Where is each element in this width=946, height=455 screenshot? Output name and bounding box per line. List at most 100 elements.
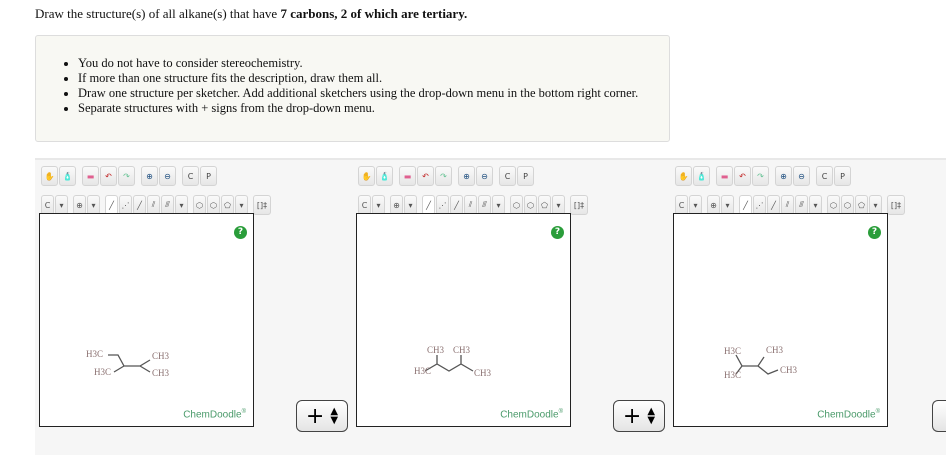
question-emphasis: 7 carbons, 2 of which are tertiary.	[280, 6, 468, 21]
double-bond-icon[interactable]: ⫽	[147, 195, 160, 215]
zoom-out-icon[interactable]: ⊖	[793, 166, 810, 186]
sketcher-2: ✋ 🧴 ▬ ↶ ↷ ⊕ ⊖ C P C ▾ ⊕ ▾ ╱ ⋰ ╱ ⫽ ⫻ ▾ ⬡ ⬡ ⬠ ▾ []‡ CH3 CH3 H3C…	[356, 160, 596, 450]
chevron-down-icon[interactable]: ▾	[55, 195, 68, 215]
hand-icon[interactable]: ✋	[675, 166, 692, 186]
eraser-bottle-icon[interactable]: 🧴	[693, 166, 710, 186]
double-bond-icon[interactable]: ⫽	[464, 195, 477, 215]
cyclopentane-icon[interactable]: ⬠	[221, 195, 234, 215]
updown-arrow-icon: ▲ ▼	[330, 406, 339, 426]
atom-label: H3C	[414, 366, 431, 376]
zoom-in-icon[interactable]: ⊕	[141, 166, 158, 186]
hand-icon[interactable]: ✋	[358, 166, 375, 186]
eraser-icon[interactable]: ▬	[82, 166, 99, 186]
sketcher-panel: ✋ 🧴 ▬ ↶ ↷ ⊕ ⊖ C P C ▾ ⊕ ▾ ╱ ⋰ ╱ ⫽ ⫻ ▾ ⬡ ⬡ ⬠ ▾ []‡ H3C CH3 H3C…	[35, 158, 946, 455]
zoom-in-icon[interactable]: ⊕	[775, 166, 792, 186]
help-icon[interactable]: ?	[234, 226, 247, 239]
atom-label: CH3	[427, 345, 445, 355]
chemdoodle-logo: ChemDoodle®	[183, 408, 246, 420]
drawing-canvas[interactable]: H3C CH3 CH3 H3C? ChemDoodle®	[673, 213, 888, 427]
benzene-icon[interactable]: ⬡	[193, 195, 206, 215]
help-icon[interactable]: ?	[551, 226, 564, 239]
redo-icon[interactable]: ↷	[118, 166, 135, 186]
redo-icon[interactable]: ↷	[435, 166, 452, 186]
cyclohexane-icon[interactable]: ⬡	[207, 195, 220, 215]
eraser-icon[interactable]: ▬	[399, 166, 416, 186]
drawing-canvas[interactable]: CH3 CH3 H3C CH3? ChemDoodle®	[356, 213, 571, 427]
single-bond-icon[interactable]: ╱	[422, 195, 435, 215]
updown-arrow-icon: ▲ ▼	[647, 406, 656, 426]
separator-symbol: +	[305, 403, 325, 429]
element-select[interactable]: C	[675, 195, 688, 215]
eraser-icon[interactable]: ▬	[716, 166, 733, 186]
wedge-bond-icon[interactable]: ╱	[133, 195, 146, 215]
chevron-down-icon[interactable]: ▾	[689, 195, 702, 215]
cyclohexane-icon[interactable]: ⬡	[841, 195, 854, 215]
paste-icon[interactable]: P	[834, 166, 851, 186]
chevron-down-icon[interactable]: ▾	[552, 195, 565, 215]
dashed-bond-icon[interactable]: ⋰	[753, 195, 766, 215]
dashed-bond-icon[interactable]: ⋰	[436, 195, 449, 215]
cyclopentane-icon[interactable]: ⬠	[538, 195, 551, 215]
copy-icon[interactable]: C	[499, 166, 516, 186]
wedge-bond-icon[interactable]: ╱	[767, 195, 780, 215]
bracket-icon[interactable]: []‡	[887, 195, 905, 215]
chevron-down-icon[interactable]: ▾	[809, 195, 822, 215]
drawing-canvas[interactable]: H3C CH3 H3C CH3? ChemDoodle®	[39, 213, 254, 427]
eraser-bottle-icon[interactable]: 🧴	[59, 166, 76, 186]
chevron-down-icon[interactable]: ▾	[721, 195, 734, 215]
chevron-down-icon[interactable]: ▾	[492, 195, 505, 215]
chevron-down-icon[interactable]: ▾	[404, 195, 417, 215]
instruction: You do not have to consider stereochemis…	[78, 56, 669, 71]
single-bond-icon[interactable]: ╱	[105, 195, 118, 215]
atom-label: H3C	[724, 346, 741, 356]
redo-icon[interactable]: ↷	[752, 166, 769, 186]
chevron-down-icon[interactable]: ▾	[372, 195, 385, 215]
question-text: Draw the structure(s) of all alkane(s) t…	[35, 6, 467, 22]
eraser-bottle-icon[interactable]: 🧴	[376, 166, 393, 186]
copy-icon[interactable]: C	[182, 166, 199, 186]
charge-icon[interactable]: ⊕	[707, 195, 720, 215]
cyclohexane-icon[interactable]: ⬡	[524, 195, 537, 215]
help-icon[interactable]: ?	[868, 226, 881, 239]
undo-icon[interactable]: ↶	[100, 166, 117, 186]
question-prefix: Draw the structure(s) of all alkane(s) t…	[35, 6, 281, 21]
chevron-down-icon[interactable]: ▾	[87, 195, 100, 215]
zoom-out-icon[interactable]: ⊖	[476, 166, 493, 186]
single-bond-icon[interactable]: ╱	[739, 195, 752, 215]
chevron-down-icon[interactable]: ▾	[175, 195, 188, 215]
chevron-down-icon[interactable]: ▾	[235, 195, 248, 215]
element-select[interactable]: C	[41, 195, 54, 215]
benzene-icon[interactable]: ⬡	[510, 195, 523, 215]
chevron-down-icon[interactable]: ▾	[869, 195, 882, 215]
bracket-icon[interactable]: []‡	[570, 195, 588, 215]
paste-icon[interactable]: P	[517, 166, 534, 186]
dashed-bond-icon[interactable]: ⋰	[119, 195, 132, 215]
undo-icon[interactable]: ↶	[734, 166, 751, 186]
charge-icon[interactable]: ⊕	[390, 195, 403, 215]
triple-bond-icon[interactable]: ⫻	[478, 195, 491, 215]
separator-select[interactable]: + ▲ ▼	[296, 400, 348, 432]
undo-icon[interactable]: ↶	[417, 166, 434, 186]
copy-icon[interactable]: C	[816, 166, 833, 186]
element-select[interactable]: C	[358, 195, 371, 215]
zoom-out-icon[interactable]: ⊖	[159, 166, 176, 186]
toolbar-row-1: ✋ 🧴 ▬ ↶ ↷ ⊕ ⊖ C P	[41, 165, 217, 187]
triple-bond-icon[interactable]: ⫻	[161, 195, 174, 215]
molecule-structure: CH3 CH3 H3C CH3	[414, 345, 492, 378]
wedge-bond-icon[interactable]: ╱	[450, 195, 463, 215]
benzene-icon[interactable]: ⬡	[827, 195, 840, 215]
bracket-icon[interactable]: []‡	[253, 195, 271, 215]
separator-select[interactable]: + ▲ ▼	[613, 400, 665, 432]
instruction: Separate structures with + signs from th…	[78, 101, 669, 116]
paste-icon[interactable]: P	[200, 166, 217, 186]
hand-icon[interactable]: ✋	[41, 166, 58, 186]
triple-bond-icon[interactable]: ⫻	[795, 195, 808, 215]
double-bond-icon[interactable]: ⫽	[781, 195, 794, 215]
toolbar-row-1: ✋ 🧴 ▬ ↶ ↷ ⊕ ⊖ C P	[675, 165, 851, 187]
sketcher-1: ✋ 🧴 ▬ ↶ ↷ ⊕ ⊖ C P C ▾ ⊕ ▾ ╱ ⋰ ╱ ⫽ ⫻ ▾ ⬡ ⬡ ⬠ ▾ []‡ H3C CH3 H3C…	[39, 160, 279, 450]
cyclopentane-icon[interactable]: ⬠	[855, 195, 868, 215]
charge-icon[interactable]: ⊕	[73, 195, 86, 215]
atom-label: CH3	[152, 368, 170, 378]
separator-select[interactable]	[932, 400, 946, 432]
zoom-in-icon[interactable]: ⊕	[458, 166, 475, 186]
